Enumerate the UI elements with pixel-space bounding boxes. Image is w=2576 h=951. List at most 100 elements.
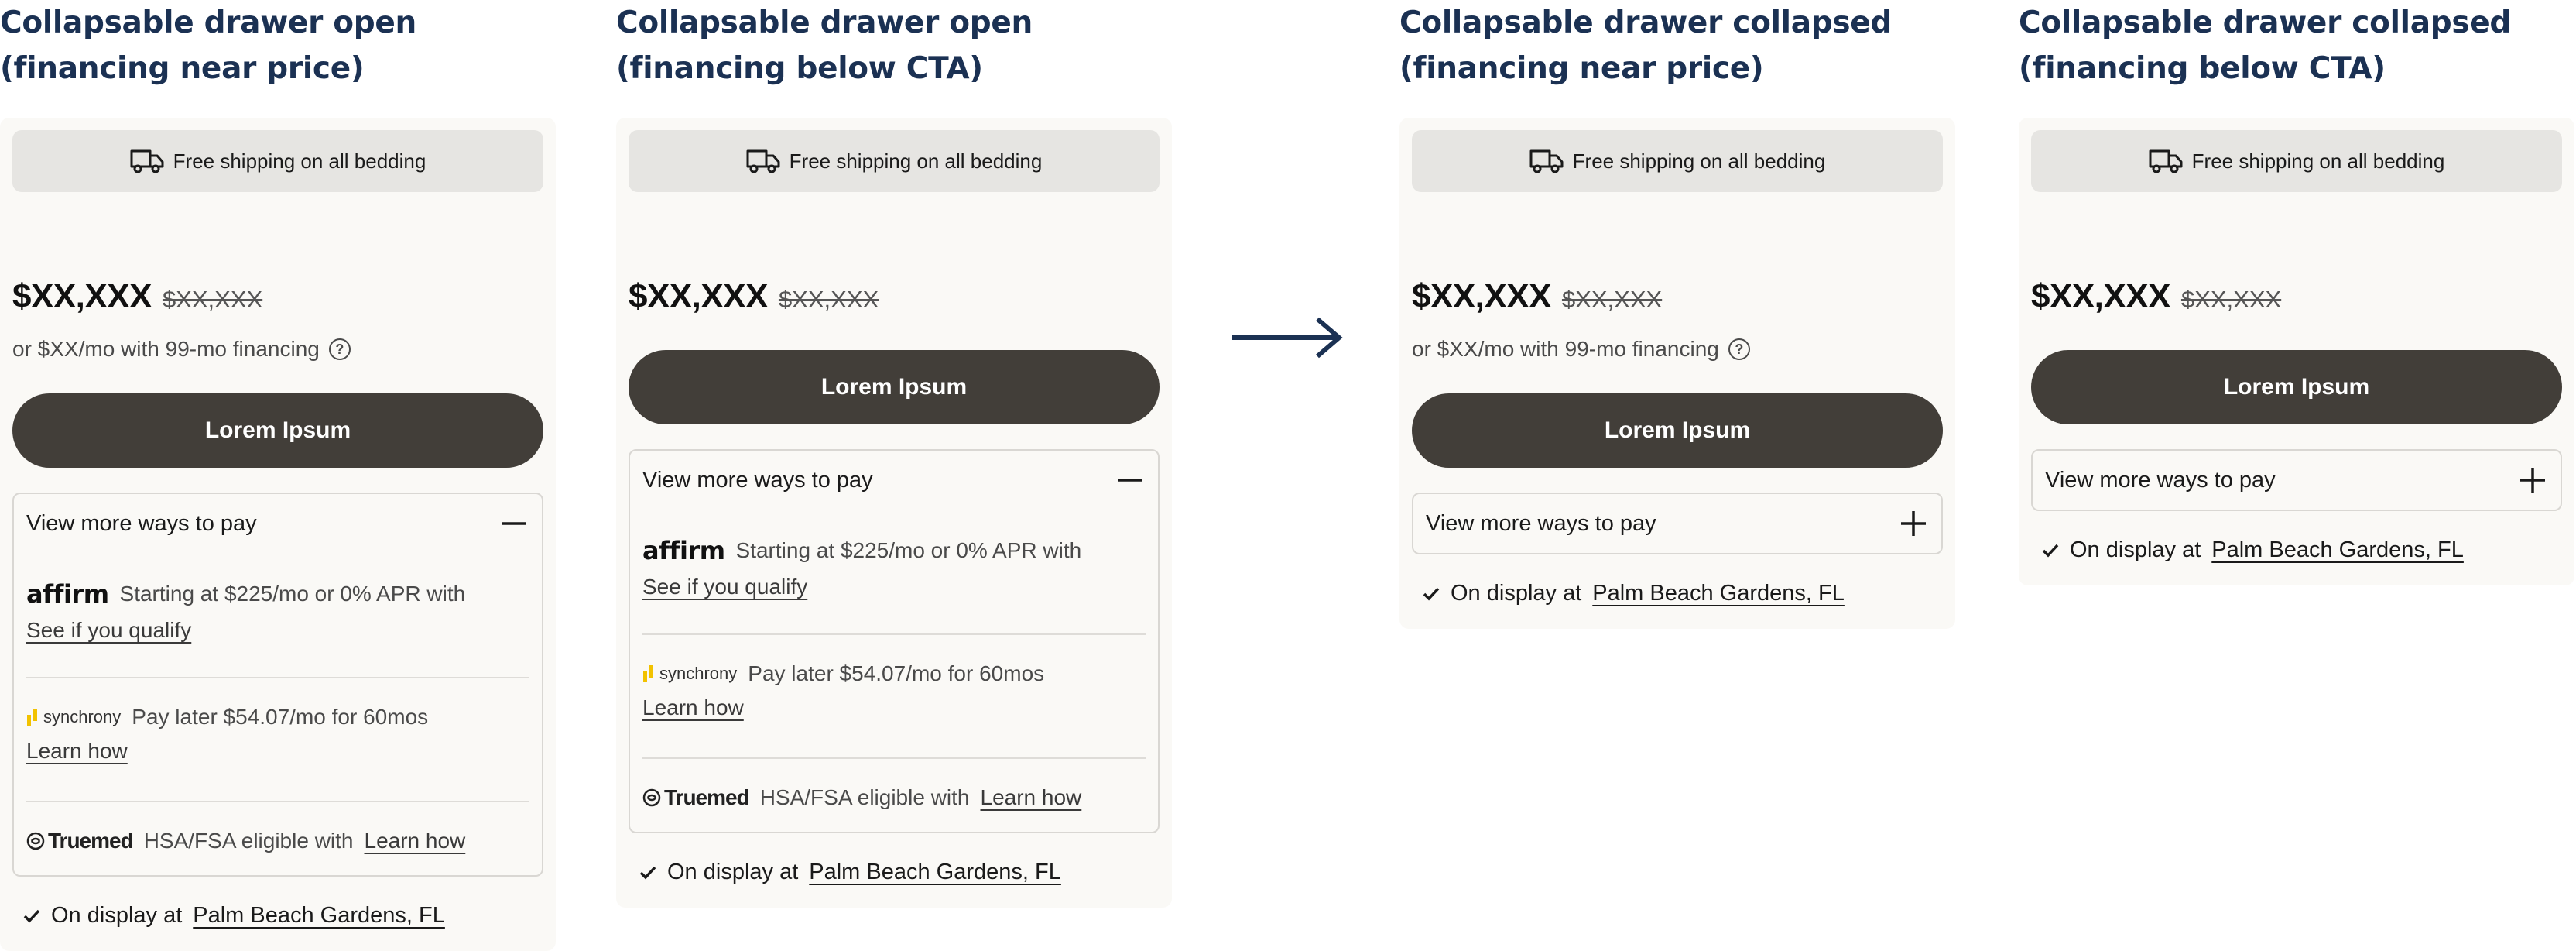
synchrony-link[interactable]: Learn how (26, 739, 529, 764)
price-row: $XX,XXX $XX,XXX (1412, 277, 1662, 316)
drawer-header[interactable]: View more ways to pay (14, 494, 542, 553)
plus-icon[interactable] (2517, 465, 2548, 496)
payment-drawer: View more ways to pay (1412, 493, 1943, 554)
affirm-option: affirm Starting at $225/mo or 0% APR wit… (26, 579, 529, 643)
drawer-header[interactable]: View more ways to pay (630, 451, 1158, 510)
price: $XX,XXX (629, 277, 768, 315)
truemed-mark-icon (642, 788, 661, 807)
variant-title-line2: (financing near price) (0, 51, 365, 86)
shipping-banner: Free shipping on all bedding (629, 130, 1160, 192)
drawer-header[interactable]: View more ways to pay (2033, 451, 2561, 510)
synchrony-option: synchrony Pay later $54.07/mo for 60mos … (642, 661, 1146, 720)
variant-open-near-price: Collapsable drawer open (financing near … (0, 0, 556, 951)
price-row: $XX,XXX $XX,XXX (629, 277, 879, 316)
truemed-option: Truemed HSA/FSA eligible with Learn how (642, 785, 1146, 810)
affirm-logo: affirm (642, 536, 725, 565)
truemed-link[interactable]: Learn how (981, 785, 1082, 810)
affirm-text: Starting at $225/mo or 0% APR with (119, 582, 466, 606)
on-display-row: On display at Palm Beach Gardens, FL (2042, 537, 2464, 563)
truck-icon (1530, 149, 1564, 173)
financing-row: or $XX/mo with 99-mo financing ? (12, 337, 351, 362)
synchrony-text: Pay later $54.07/mo for 60mos (748, 661, 1045, 685)
financing-text: or $XX/mo with 99-mo financing (12, 337, 320, 361)
truemed-option: Truemed HSA/FSA eligible with Learn how (26, 829, 529, 853)
minus-icon[interactable] (1115, 465, 1146, 496)
shipping-text: Free shipping on all bedding (2191, 149, 2445, 173)
product-buy-card: Free shipping on all bedding $XX,XXX $XX… (2019, 118, 2574, 585)
truemed-wordmark: Truemed (48, 829, 134, 853)
shipping-banner: Free shipping on all bedding (2031, 130, 2562, 192)
minus-icon[interactable] (498, 508, 529, 539)
price-row: $XX,XXX $XX,XXX (2031, 277, 2281, 316)
affirm-text: Starting at $225/mo or 0% APR with (735, 538, 1082, 562)
synchrony-logo: synchrony (26, 707, 121, 727)
drawer-header[interactable]: View more ways to pay (1413, 494, 1941, 553)
synchrony-mark-icon (643, 665, 653, 682)
product-buy-card: Free shipping on all bedding $XX,XXX $XX… (1399, 118, 1955, 629)
display-location-link[interactable]: Palm Beach Gardens, FL (2211, 537, 2464, 563)
truck-icon (746, 149, 780, 173)
display-prefix: On display at (2070, 537, 2201, 562)
affirm-logo: affirm (26, 579, 109, 609)
variant-title-line1: Collapsable drawer open (0, 5, 417, 40)
cta-button[interactable]: Lorem Ipsum (629, 350, 1160, 424)
price: $XX,XXX (2031, 277, 2170, 315)
truck-icon (130, 149, 164, 173)
drawer-label: View more ways to pay (642, 467, 873, 493)
affirm-option: affirm Starting at $225/mo or 0% APR wit… (642, 536, 1146, 599)
arrow-right-icon (1232, 317, 1343, 359)
truemed-text: HSA/FSA eligible with (759, 785, 970, 809)
variant-collapsed-near-price: Collapsable drawer collapsed (financing … (1399, 0, 1955, 629)
truemed-link[interactable]: Learn how (365, 829, 466, 853)
payment-drawer: View more ways to pay (2031, 449, 2562, 511)
divider (26, 801, 529, 802)
display-prefix: On display at (51, 903, 183, 928)
old-price: $XX,XXX (778, 286, 879, 313)
product-buy-card: Free shipping on all bedding $XX,XXX $XX… (0, 118, 556, 951)
truemed-wordmark: Truemed (664, 785, 750, 809)
checkmark-icon (23, 909, 40, 923)
divider (26, 677, 529, 678)
checkmark-icon (639, 866, 656, 880)
synchrony-link[interactable]: Learn how (642, 695, 1146, 720)
payment-drawer: View more ways to pay affirm Starting at… (12, 493, 543, 877)
affirm-link[interactable]: See if you qualify (642, 575, 1146, 599)
on-display-row: On display at Palm Beach Gardens, FL (23, 903, 445, 929)
old-price: $XX,XXX (2180, 286, 2282, 313)
variant-title-line1: Collapsable drawer open (616, 5, 1033, 40)
truck-icon (2149, 149, 2183, 173)
variant-title-line2: (financing below CTA) (616, 51, 983, 86)
affirm-link[interactable]: See if you qualify (26, 618, 529, 643)
checkmark-icon (1423, 587, 1440, 601)
variant-collapsed-below-cta: Collapsable drawer collapsed (financing … (2019, 0, 2574, 585)
cta-button[interactable]: Lorem Ipsum (2031, 350, 2562, 424)
shipping-text: Free shipping on all bedding (789, 149, 1043, 173)
drawer-label: View more ways to pay (2045, 467, 2276, 493)
financing-row: or $XX/mo with 99-mo financing ? (1412, 337, 1750, 362)
plus-icon[interactable] (1898, 508, 1929, 539)
variant-title-line1: Collapsable drawer collapsed (2019, 5, 2512, 40)
variant-title-line2: (financing near price) (1399, 51, 1764, 86)
drawer-label: View more ways to pay (26, 510, 257, 536)
product-buy-card: Free shipping on all bedding $XX,XXX $XX… (616, 118, 1172, 908)
shipping-text: Free shipping on all bedding (1572, 149, 1826, 173)
checkmark-icon (2042, 544, 2059, 558)
on-display-row: On display at Palm Beach Gardens, FL (1423, 581, 1845, 606)
financing-text: or $XX/mo with 99-mo financing (1412, 337, 1719, 361)
cta-button[interactable]: Lorem Ipsum (1412, 393, 1943, 468)
display-location-link[interactable]: Palm Beach Gardens, FL (193, 903, 445, 929)
old-price: $XX,XXX (1561, 286, 1663, 313)
synchrony-logo: synchrony (642, 664, 737, 684)
display-prefix: On display at (1451, 581, 1582, 606)
variant-title-line1: Collapsable drawer collapsed (1399, 5, 1893, 40)
question-circle-icon[interactable]: ? (1728, 338, 1750, 360)
variant-title: Collapsable drawer collapsed (financing … (1399, 0, 1892, 91)
variant-open-below-cta: Collapsable drawer open (financing below… (616, 0, 1172, 908)
display-location-link[interactable]: Palm Beach Gardens, FL (809, 860, 1061, 885)
price: $XX,XXX (1412, 277, 1551, 315)
display-location-link[interactable]: Palm Beach Gardens, FL (1592, 581, 1845, 606)
truemed-logo: Truemed (26, 829, 134, 853)
cta-button[interactable]: Lorem Ipsum (12, 393, 543, 468)
question-circle-icon[interactable]: ? (328, 338, 351, 360)
price: $XX,XXX (12, 277, 152, 315)
